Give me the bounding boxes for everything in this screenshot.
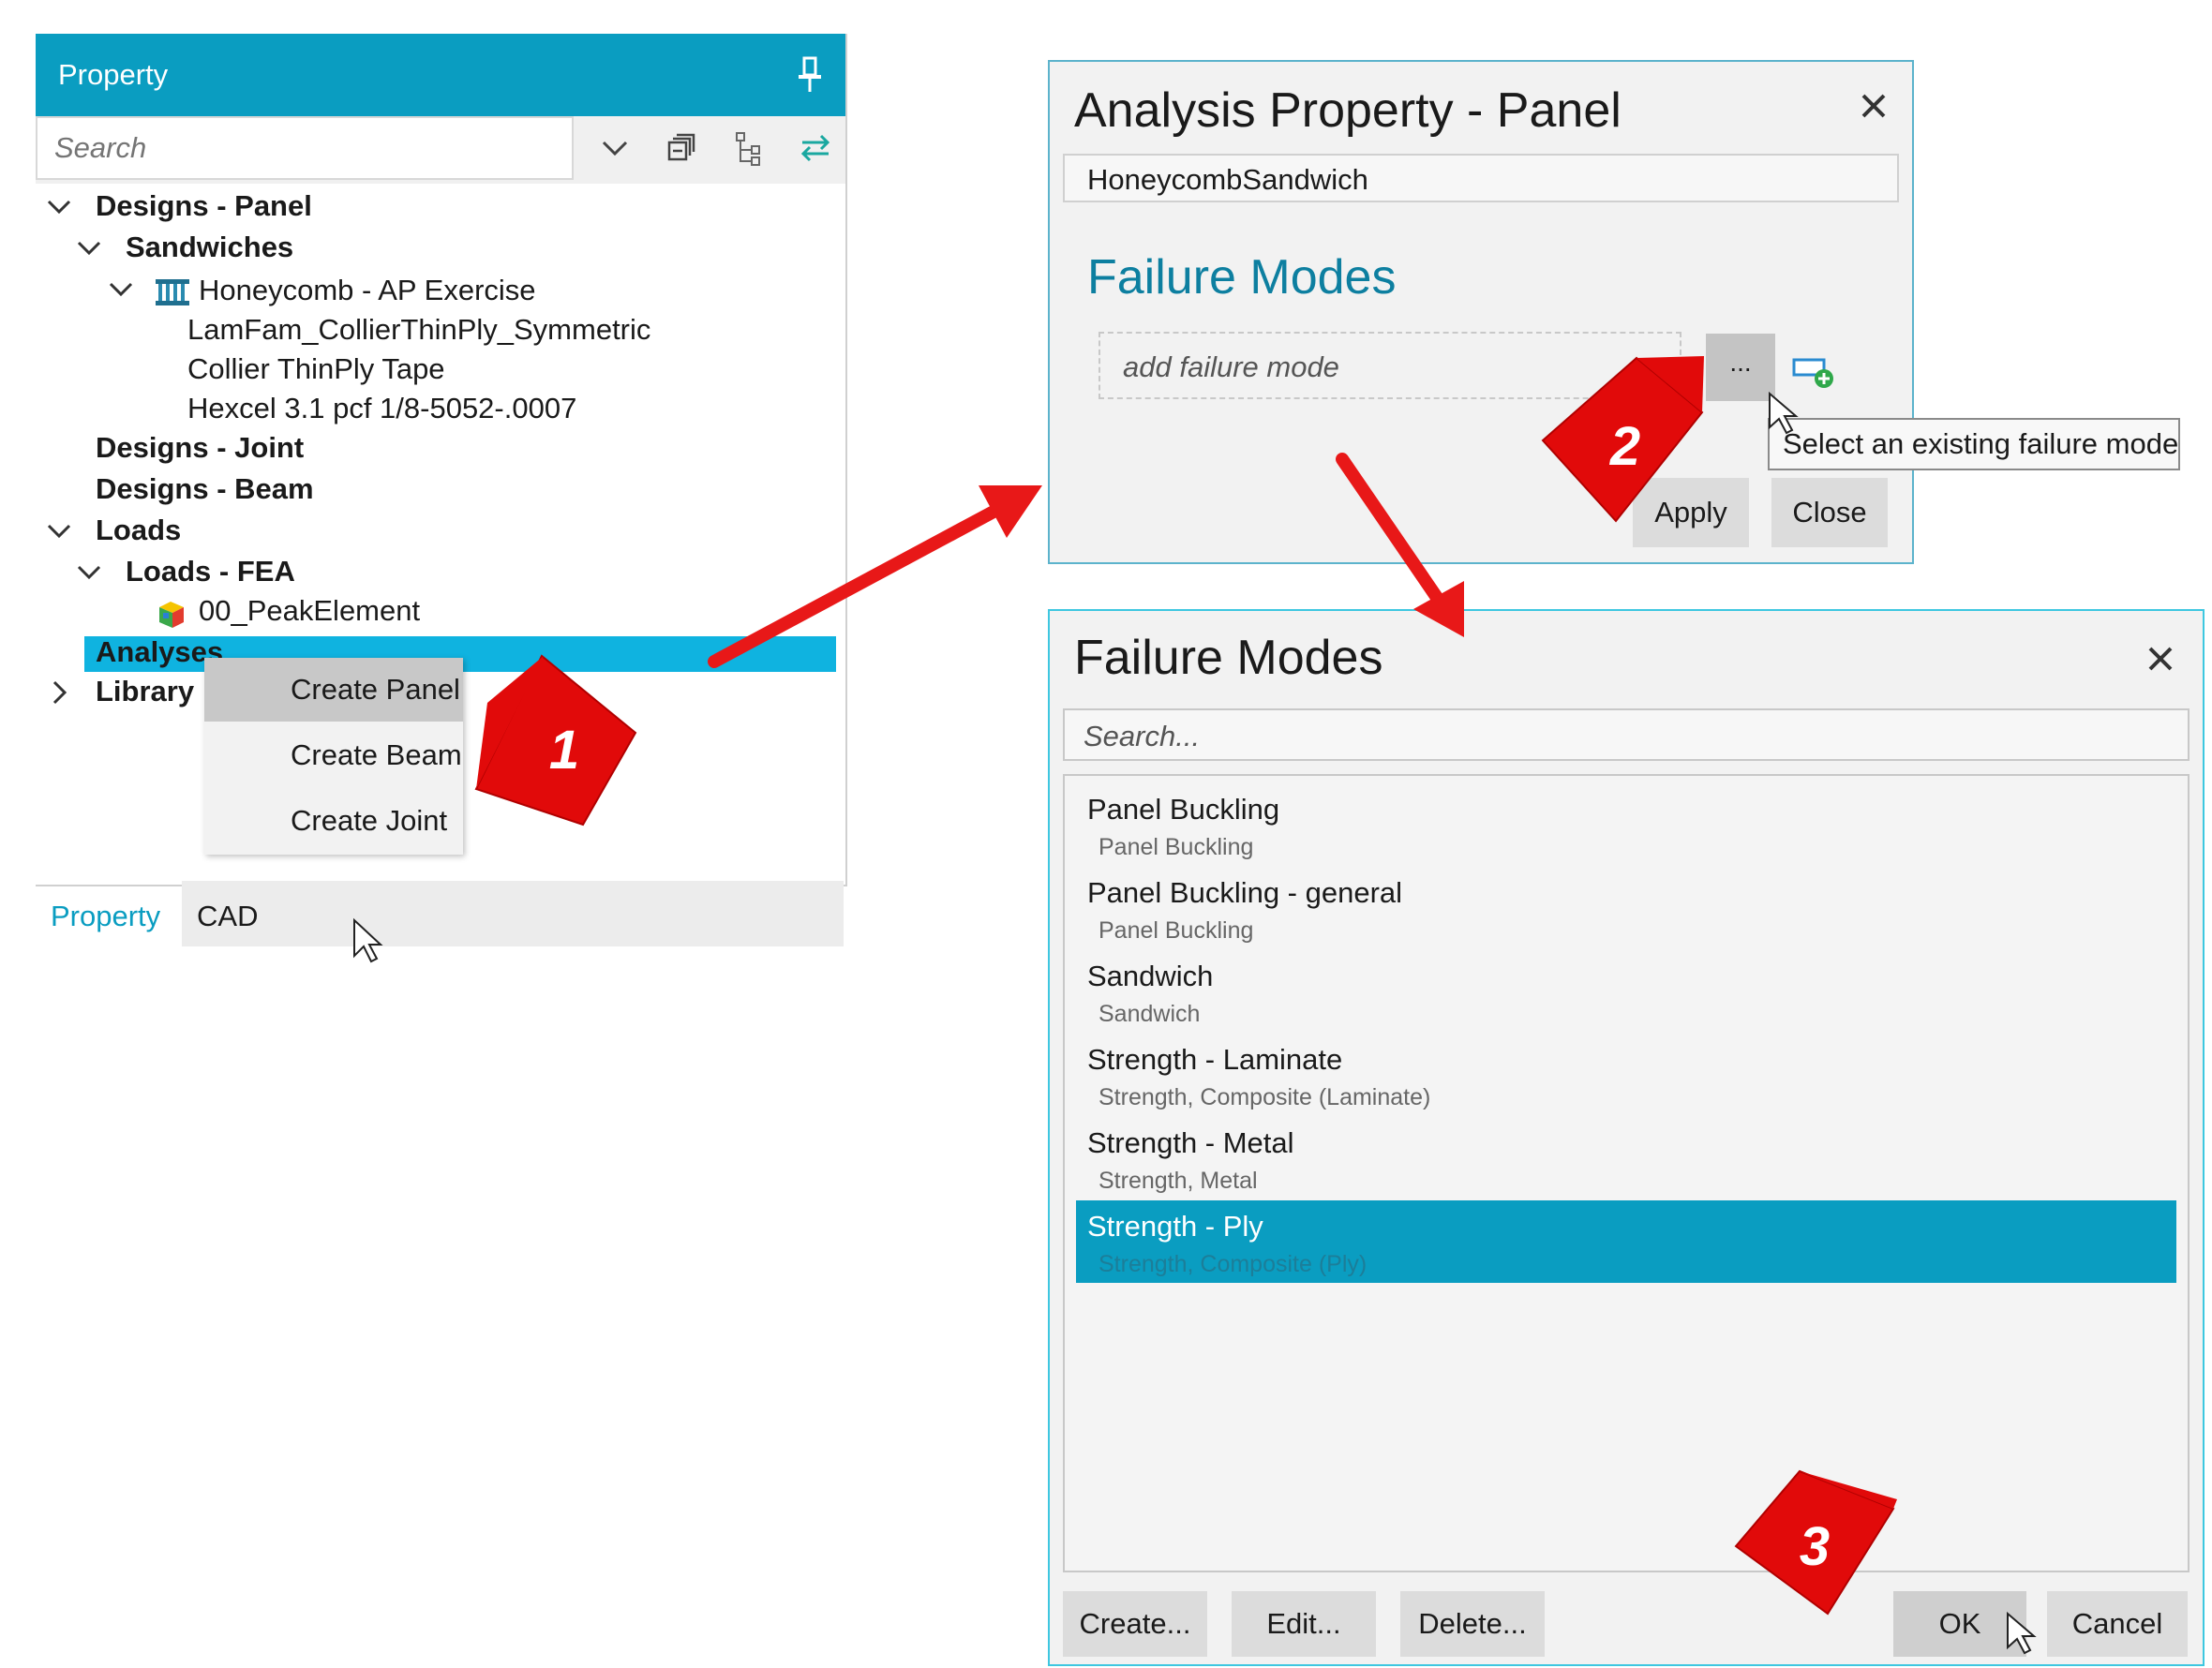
select-failure-mode-button[interactable]: ... [1706, 334, 1775, 401]
failure-modes-heading: Failure Modes [1087, 250, 1397, 305]
tree-item-sandwiches[interactable]: Sandwiches [126, 229, 293, 266]
tree-item-loads-fea[interactable]: Loads - FEA [126, 553, 295, 590]
tree-item-library[interactable]: Library [96, 673, 194, 710]
failure-mode-search-input[interactable]: Search... [1063, 708, 2190, 761]
tree-item-laminate-family[interactable]: LamFam_CollierThinPly_Symmetric [187, 311, 650, 349]
load-cube-icon [159, 602, 184, 628]
chevron-right-icon[interactable] [45, 678, 73, 707]
add-failure-mode-input[interactable]: add failure mode [1099, 332, 1681, 399]
tree-item-loads[interactable]: Loads [96, 512, 181, 549]
tree-item-peak-element[interactable]: 00_PeakElement [199, 592, 420, 630]
list-item-name: Panel Buckling [1087, 793, 1280, 826]
chevron-down-icon[interactable] [45, 193, 73, 221]
list-item[interactable]: Strength - Metal Strength, Metal [1076, 1117, 2176, 1199]
pin-icon[interactable] [793, 54, 827, 96]
property-panel-header: Property [36, 34, 845, 116]
tree-structure-icon[interactable] [729, 127, 770, 169]
list-item-name: Strength - Ply [1087, 1210, 1263, 1243]
dialog-title: Analysis Property - Panel [1074, 83, 1622, 138]
delete-button[interactable]: Delete... [1400, 1591, 1545, 1657]
list-item-description: Strength, Composite (Laminate) [1099, 1084, 1431, 1110]
list-item[interactable]: Panel Buckling Panel Buckling [1076, 783, 2176, 866]
list-item[interactable]: Panel Buckling - general Panel Buckling [1076, 867, 2176, 949]
analysis-property-dialog: Analysis Property - Panel HoneycombSandw… [1048, 60, 2180, 564]
list-item-description: Sandwich [1099, 1001, 1201, 1027]
close-icon[interactable] [2145, 643, 2176, 675]
property-toolbar [36, 116, 845, 184]
list-item-description: Strength, Metal [1099, 1168, 1258, 1194]
list-item-name: Strength - Laminate [1087, 1043, 1343, 1076]
cancel-button[interactable]: Cancel [2047, 1591, 2188, 1657]
add-failure-mode-icon[interactable] [1792, 354, 1835, 392]
tab-cad[interactable]: CAD [182, 881, 844, 946]
analysis-name-field[interactable]: HoneycombSandwich [1063, 154, 1899, 202]
close-icon[interactable] [1858, 90, 1890, 122]
tab-property[interactable]: Property [51, 900, 160, 933]
list-item-description: Panel Buckling [1099, 917, 1254, 944]
tooltip: Select an existing failure mode [1768, 418, 2180, 470]
chevron-down-icon[interactable] [107, 276, 135, 304]
create-button[interactable]: Create... [1063, 1591, 1207, 1657]
context-menu: Create Panel Create Beam Create Joint [204, 658, 463, 855]
ok-button[interactable]: OK [1893, 1591, 2026, 1657]
menu-item-create-joint[interactable]: Create Joint [204, 789, 463, 853]
list-item[interactable]: Sandwich Sandwich [1076, 950, 2176, 1033]
property-search-input[interactable] [36, 116, 574, 180]
failure-mode-list: Panel Buckling Panel Buckling Panel Buck… [1063, 774, 2190, 1572]
tree-item-honeycomb[interactable]: Honeycomb - AP Exercise [199, 272, 536, 309]
list-item-name: Sandwich [1087, 960, 1214, 992]
list-item-name: Panel Buckling - general [1087, 876, 1403, 909]
sync-icon[interactable] [795, 127, 836, 169]
list-item-description: Panel Buckling [1099, 834, 1254, 860]
collapse-all-icon[interactable] [662, 127, 703, 169]
menu-item-create-beam[interactable]: Create Beam [204, 723, 463, 787]
tree-item-core-material[interactable]: Hexcel 3.1 pcf 1/8-5052-.0007 [187, 390, 576, 427]
tree-item-designs-panel[interactable]: Designs - Panel [96, 187, 312, 225]
dialog-title: Failure Modes [1074, 631, 1383, 685]
edit-button[interactable]: Edit... [1232, 1591, 1376, 1657]
list-item[interactable]: Strength - Laminate Strength, Composite … [1076, 1034, 2176, 1116]
chevron-down-icon[interactable] [75, 558, 103, 587]
list-item-name: Strength - Metal [1087, 1126, 1294, 1159]
apply-button[interactable]: Apply [1633, 478, 1749, 547]
menu-item-create-panel[interactable]: Create Panel [204, 658, 463, 722]
tree-item-ply-material[interactable]: Collier ThinPly Tape [187, 350, 445, 388]
honeycomb-icon [156, 279, 189, 305]
close-button[interactable]: Close [1771, 478, 1888, 547]
tree-item-designs-beam[interactable]: Designs - Beam [96, 470, 314, 508]
chevron-down-icon[interactable] [75, 234, 103, 262]
list-item-description: Strength, Composite (Ply) [1099, 1251, 1368, 1277]
list-item-selected[interactable]: Strength - Ply Strength, Composite (Ply) [1076, 1200, 2176, 1283]
tree-item-designs-joint[interactable]: Designs - Joint [96, 429, 304, 467]
failure-modes-dialog: Failure Modes Search... Panel Buckling P… [1048, 609, 2205, 1666]
property-panel-title: Property [58, 58, 169, 91]
chevron-down-icon[interactable] [45, 517, 73, 545]
chevron-down-icon[interactable] [594, 127, 635, 169]
